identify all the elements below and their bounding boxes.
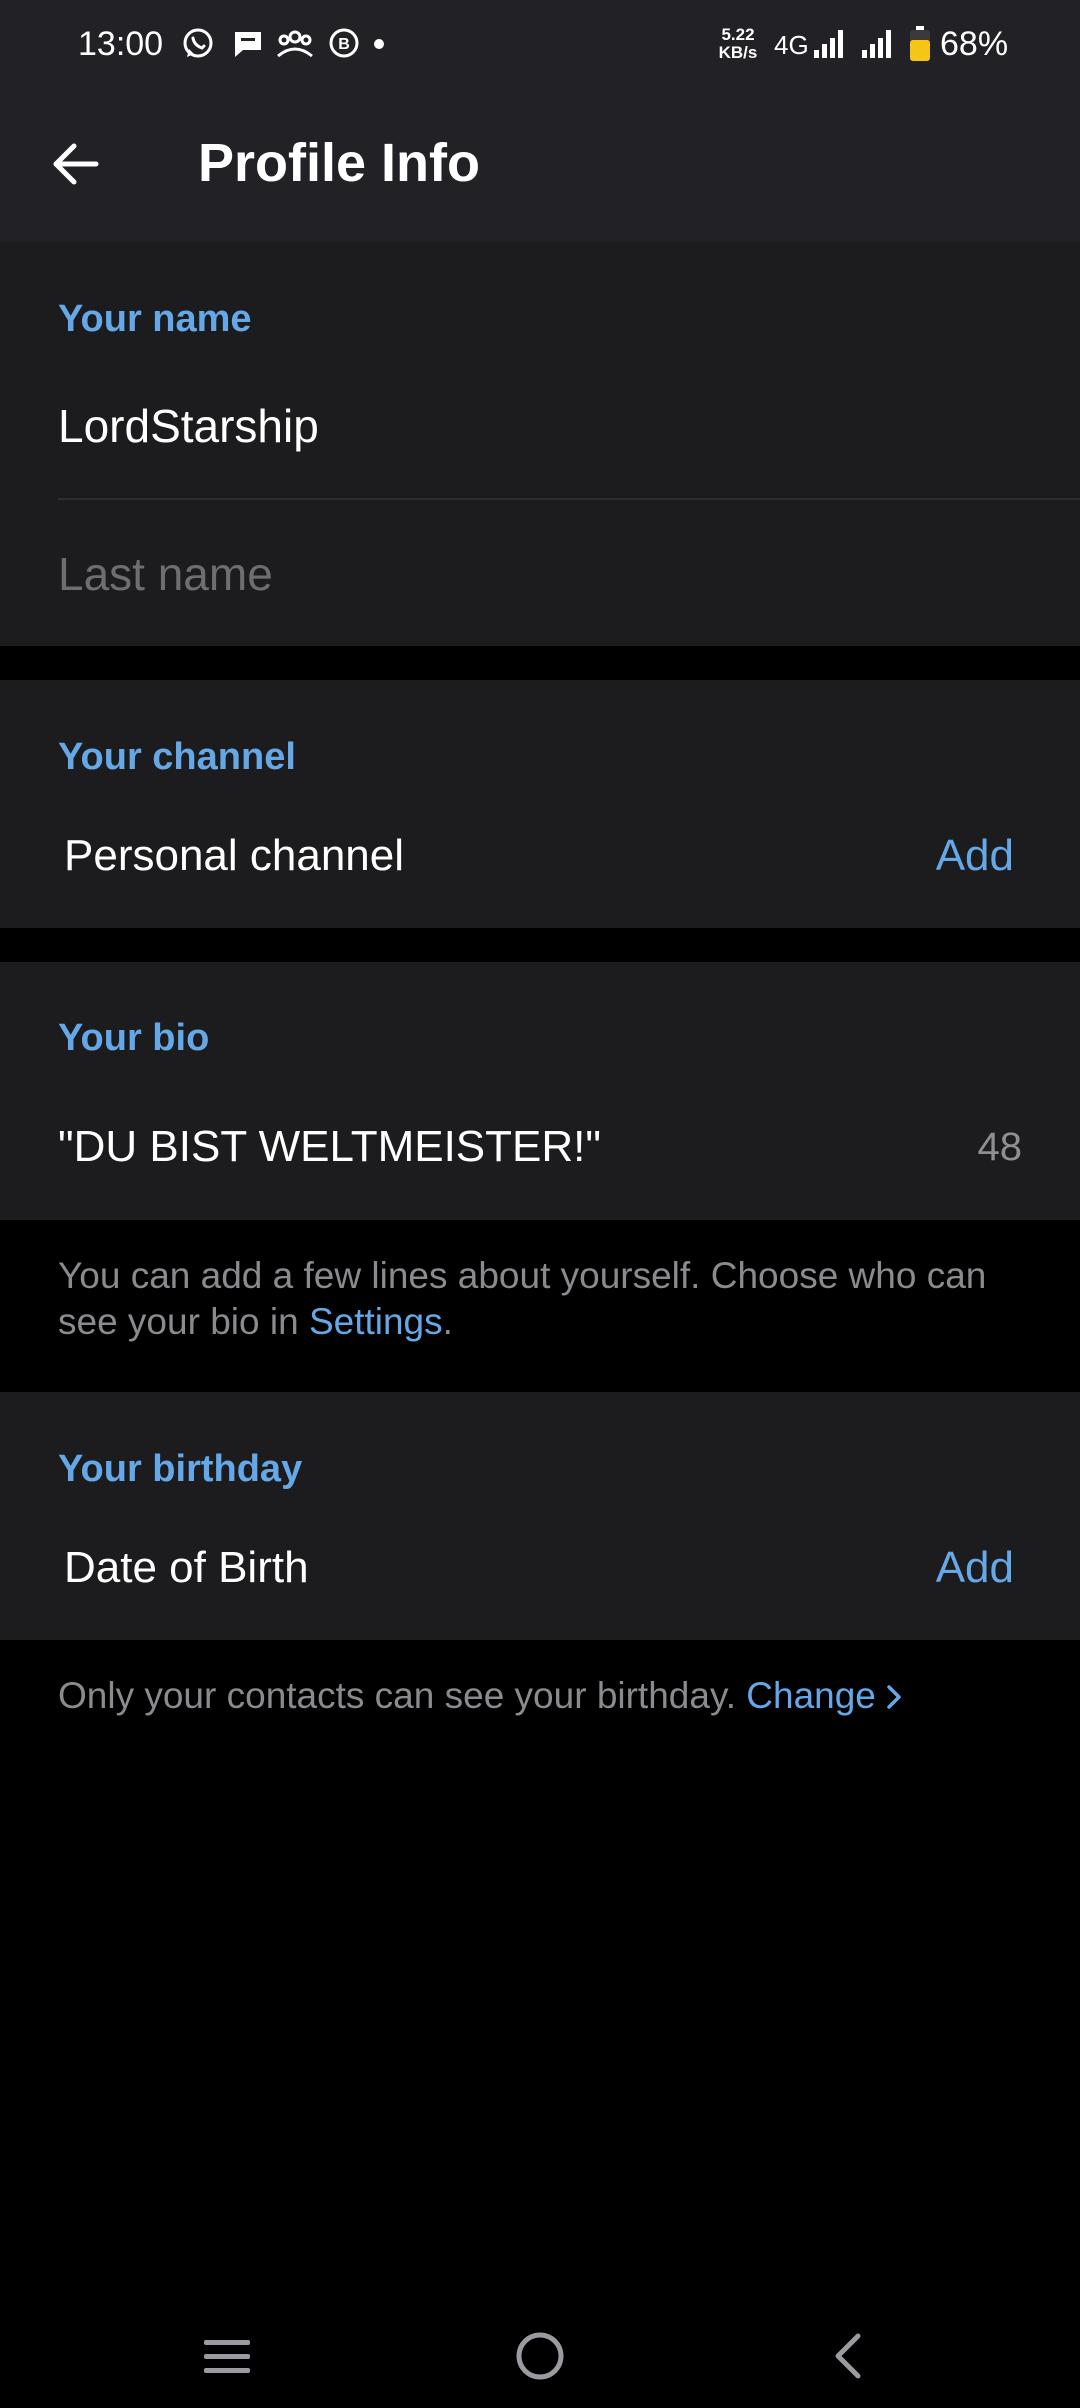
change-link-label: Change bbox=[746, 1675, 876, 1716]
change-link[interactable]: Change bbox=[746, 1675, 902, 1716]
system-nav-bar bbox=[0, 2300, 1080, 2408]
net-speed-unit: KB/s bbox=[718, 43, 758, 62]
birthday-section: Your birthday Date of Birth Add bbox=[0, 1392, 1080, 1640]
add-channel-button[interactable]: Add bbox=[936, 827, 1014, 885]
bio-hint-text: You can add a few lines about yourself. … bbox=[58, 1255, 987, 1342]
bio-section-header: Your bio bbox=[58, 1017, 210, 1059]
settings-link[interactable]: Settings bbox=[309, 1301, 443, 1342]
first-name-field[interactable]: LordStarship bbox=[58, 396, 319, 456]
svg-text:B: B bbox=[338, 36, 350, 53]
back-icon[interactable] bbox=[826, 2330, 872, 2382]
home-icon[interactable] bbox=[512, 2328, 568, 2384]
app-bar: Profile Info bbox=[0, 88, 1080, 242]
signal-icon bbox=[860, 26, 896, 62]
network-type: 4G bbox=[774, 30, 809, 60]
name-divider bbox=[58, 498, 1080, 500]
chat-bubble-icon bbox=[230, 26, 266, 62]
status-time: 13:00 bbox=[78, 25, 164, 63]
menu-icon[interactable] bbox=[200, 2332, 256, 2380]
add-birthday-button[interactable]: Add bbox=[936, 1539, 1014, 1597]
chevron-right-icon bbox=[887, 1685, 901, 1709]
net-speed: 5.22 KB/s bbox=[716, 26, 760, 62]
birthday-hint: Only your contacts can see your birthday… bbox=[58, 1673, 1038, 1719]
last-name-field[interactable]: Last name bbox=[58, 544, 273, 604]
birthday-section-header: Your birthday bbox=[58, 1448, 303, 1490]
page-title: Profile Info bbox=[198, 133, 480, 193]
name-section: Your name LordStarship Last name bbox=[0, 242, 1080, 646]
date-of-birth-label: Date of Birth bbox=[64, 1543, 309, 1592]
arrow-left-icon bbox=[53, 143, 99, 185]
back-button[interactable] bbox=[44, 132, 108, 196]
bio-field[interactable]: "DU BIST WELTMEISTER!" bbox=[58, 1118, 601, 1176]
status-bar: 13:00 B 5.22 KB/s 4G 68% bbox=[0, 0, 1080, 88]
channel-section: Your channel Personal channel Add bbox=[0, 680, 1080, 928]
birthday-hint-text: Only your contacts can see your birthday… bbox=[58, 1675, 747, 1716]
dot-icon bbox=[372, 26, 386, 62]
personal-channel-label: Personal channel bbox=[64, 831, 405, 880]
bio-hint: You can add a few lines about yourself. … bbox=[58, 1253, 1038, 1345]
channel-section-header: Your channel bbox=[58, 736, 296, 778]
battery-percent: 68% bbox=[940, 25, 1009, 63]
bio-char-counter: 48 bbox=[977, 1125, 1023, 1169]
bio-hint-suffix: . bbox=[442, 1301, 453, 1342]
signal-icon bbox=[812, 26, 848, 62]
group-icon bbox=[276, 26, 314, 62]
battery-icon bbox=[908, 26, 932, 62]
net-speed-value: 5.22 bbox=[721, 25, 755, 44]
bio-section: Your bio "DU BIST WELTMEISTER!" 48 bbox=[0, 962, 1080, 1220]
whatsapp-icon bbox=[180, 26, 216, 62]
business-icon: B bbox=[326, 26, 362, 62]
name-section-header: Your name bbox=[58, 298, 252, 340]
